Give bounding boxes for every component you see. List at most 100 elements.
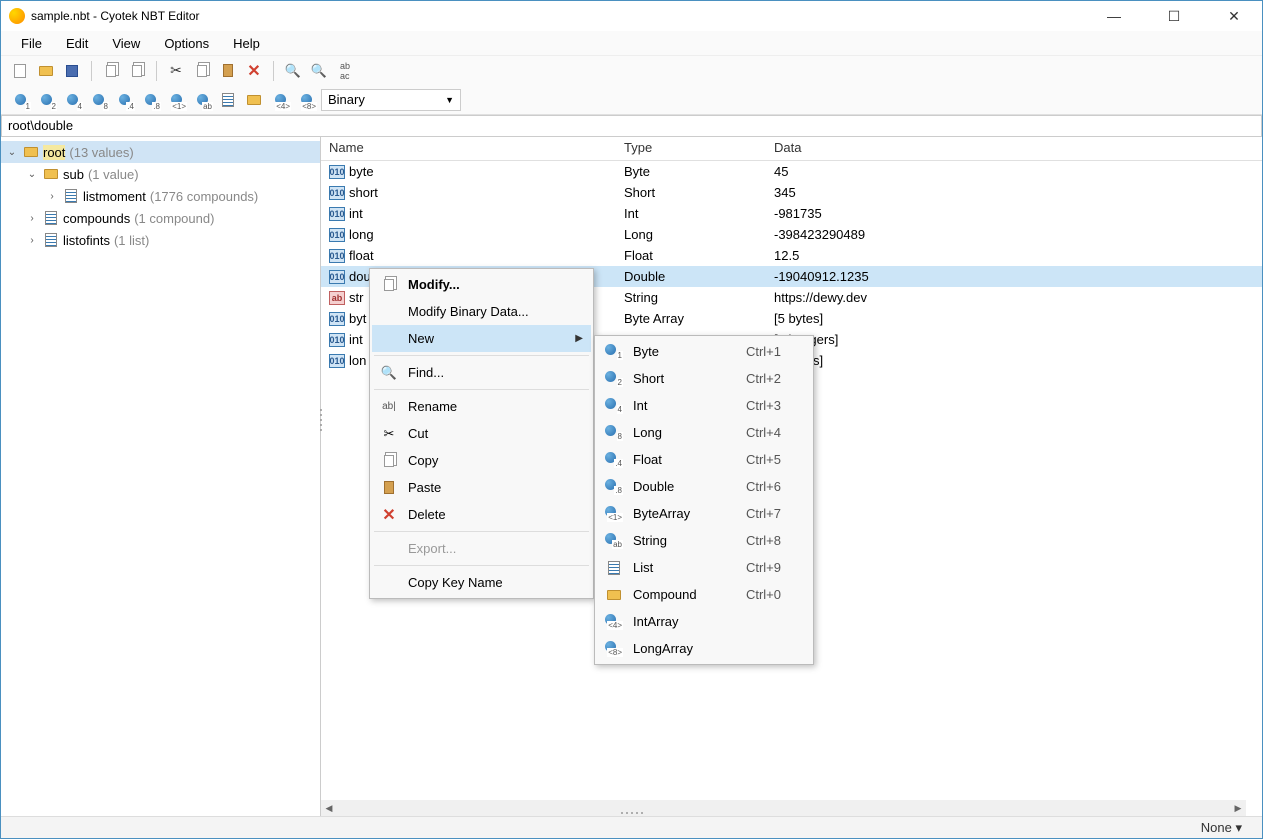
ctx-find[interactable]: 🔍 Find... [372, 359, 591, 386]
sphere-icon [605, 371, 616, 382]
submenu-item-bytearray[interactable]: <1>ByteArrayCtrl+7 [597, 500, 811, 527]
submenu-item-long[interactable]: 8LongCtrl+4 [597, 419, 811, 446]
tree-panel: ⌄ root (13 values) ⌄ sub (1 value) › lis… [1, 137, 321, 816]
type-icon: 010 [329, 333, 345, 347]
submenu-item-compound[interactable]: CompoundCtrl+0 [597, 581, 811, 608]
ctx-new[interactable]: New ▶ [372, 325, 591, 352]
separator [374, 565, 589, 566]
tree-row-listofints[interactable]: › listofints (1 list) [1, 229, 320, 251]
separator [374, 355, 589, 356]
expand-icon[interactable]: › [45, 191, 59, 202]
type-compound-button[interactable] [243, 89, 265, 111]
copy-icon [197, 65, 207, 77]
status-text[interactable]: None ▾ [1201, 820, 1242, 836]
type-string-button[interactable]: ab [191, 89, 213, 111]
path-bar[interactable]: root\double [1, 115, 1262, 137]
menu-view[interactable]: View [102, 33, 150, 54]
paste-button[interactable] [217, 60, 239, 82]
find-button[interactable]: 🔍 [282, 60, 304, 82]
splitter-handle[interactable] [318, 400, 324, 440]
type-list-button[interactable] [217, 89, 239, 111]
tree-row-listmoment[interactable]: › listmoment (1776 compounds) [1, 185, 320, 207]
blank-icon [378, 540, 400, 558]
submenu-item-double[interactable]: .8DoubleCtrl+6 [597, 473, 811, 500]
submenu-item-short[interactable]: 2ShortCtrl+2 [597, 365, 811, 392]
type-icon: ab [329, 291, 345, 305]
submenu-item-string[interactable]: abStringCtrl+8 [597, 527, 811, 554]
minimize-button[interactable]: — [1094, 8, 1134, 25]
ctx-cut[interactable]: ✂ Cut [372, 420, 591, 447]
cell-name: int [349, 332, 363, 347]
statusbar: None ▾ [1, 816, 1262, 838]
column-name[interactable]: Name [321, 137, 616, 160]
close-button[interactable]: ✕ [1214, 8, 1254, 25]
type-float-button[interactable]: .4 [113, 89, 135, 111]
submenu-item-list[interactable]: ListCtrl+9 [597, 554, 811, 581]
type-byte-button[interactable]: 1 [9, 89, 31, 111]
type-int-button[interactable]: 4 [61, 89, 83, 111]
list-panel: Name Type Data 010byteByte45010shortShor… [321, 137, 1262, 816]
ctx-rename[interactable]: ab| Rename [372, 393, 591, 420]
new-file-button[interactable] [9, 60, 31, 82]
list-row[interactable]: 010floatFloat12.5 [321, 245, 1262, 266]
submenu-item-intarray[interactable]: <4>IntArray [597, 608, 811, 635]
type-bytearray-button[interactable]: <1> [165, 89, 187, 111]
format-dropdown[interactable]: Binary ▼ [321, 89, 461, 111]
replace-button[interactable]: abac [334, 60, 356, 82]
ctx-modify-binary[interactable]: Modify Binary Data... [372, 298, 591, 325]
tree-row-root[interactable]: ⌄ root (13 values) [1, 141, 320, 163]
column-type[interactable]: Type [616, 137, 766, 160]
cell-data: -981735 [766, 206, 1262, 221]
expand-icon[interactable]: › [25, 213, 39, 224]
expand-icon[interactable]: › [25, 235, 39, 246]
menu-edit[interactable]: Edit [56, 33, 98, 54]
find-next-button[interactable]: 🔍 [308, 60, 330, 82]
copy-button-2[interactable] [126, 60, 148, 82]
list-row[interactable]: 010longLong-398423290489 [321, 224, 1262, 245]
type-short-button[interactable]: 2 [35, 89, 57, 111]
scroll-right-button[interactable]: ▶ [1230, 800, 1246, 816]
ctx-delete[interactable]: ✕ Delete [372, 501, 591, 528]
ctx-paste[interactable]: Paste [372, 474, 591, 501]
horizontal-scrollbar[interactable]: ◀ ▶ [321, 800, 1246, 816]
menu-options[interactable]: Options [154, 33, 219, 54]
ctx-modify[interactable]: Modify... [372, 271, 591, 298]
type-longarray-button[interactable]: <8> [295, 89, 317, 111]
tree-count: (1 compound) [134, 211, 214, 226]
tree-count: (1776 compounds) [150, 189, 258, 204]
submenu-item-int[interactable]: 4IntCtrl+3 [597, 392, 811, 419]
tree-row-compounds[interactable]: › compounds (1 compound) [1, 207, 320, 229]
save-button[interactable] [61, 60, 83, 82]
tree-label: listmoment [83, 189, 146, 204]
column-data[interactable]: Data [766, 137, 1262, 160]
menu-file[interactable]: File [11, 33, 52, 54]
delete-button[interactable]: ✕ [243, 60, 265, 82]
scroll-track[interactable] [337, 800, 1230, 816]
copy-button[interactable] [191, 60, 213, 82]
type-long-button[interactable]: 8 [87, 89, 109, 111]
list-row[interactable]: 010byteByte45 [321, 161, 1262, 182]
submenu-item-longarray[interactable]: <8>LongArray [597, 635, 811, 662]
collapse-icon[interactable]: ⌄ [25, 169, 39, 180]
collapse-icon[interactable]: ⌄ [5, 147, 19, 158]
submenu-item-float[interactable]: .4FloatCtrl+5 [597, 446, 811, 473]
cell-name: lon [349, 353, 366, 368]
tree-label: compounds [63, 211, 130, 226]
menu-help[interactable]: Help [223, 33, 270, 54]
ctx-copy[interactable]: Copy [372, 447, 591, 474]
open-file-button[interactable] [35, 60, 57, 82]
maximize-button[interactable]: ☐ [1154, 8, 1194, 25]
type-intarray-button[interactable]: <4> [269, 89, 291, 111]
blank-icon [378, 303, 400, 321]
scroll-left-button[interactable]: ◀ [321, 800, 337, 816]
tree-row-sub[interactable]: ⌄ sub (1 value) [1, 163, 320, 185]
type-double-button[interactable]: .8 [139, 89, 161, 111]
separator [273, 61, 274, 81]
ctx-copy-key-name[interactable]: Copy Key Name [372, 569, 591, 596]
cut-button[interactable]: ✂ [165, 60, 187, 82]
replace-icon: abac [340, 61, 350, 81]
list-row[interactable]: 010intInt-981735 [321, 203, 1262, 224]
copy-button-1[interactable] [100, 60, 122, 82]
submenu-item-byte[interactable]: 1ByteCtrl+1 [597, 338, 811, 365]
list-row[interactable]: 010shortShort345 [321, 182, 1262, 203]
